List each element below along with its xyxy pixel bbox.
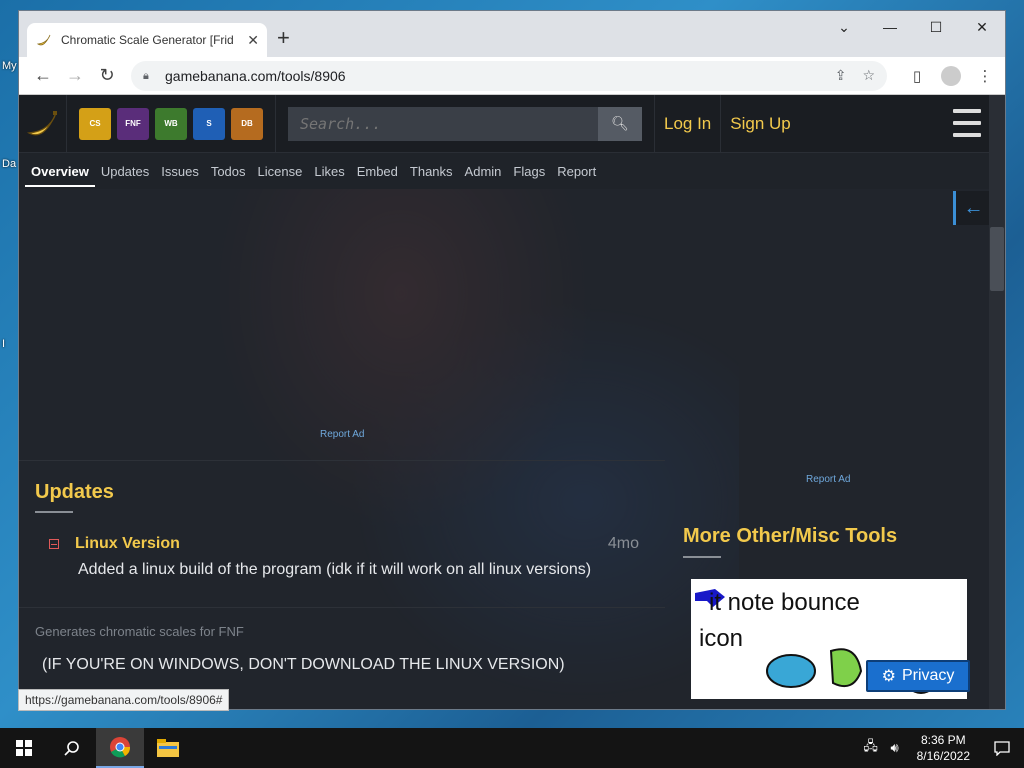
maximize-icon[interactable]: ☐: [913, 11, 959, 43]
gear-icon: ⚙: [881, 668, 896, 685]
nav-issues[interactable]: Issues: [155, 164, 205, 179]
search-input[interactable]: [288, 106, 598, 141]
collapse-sidebar-arrow-icon[interactable]: ←: [953, 191, 991, 225]
hamburger-menu-icon[interactable]: [953, 109, 981, 137]
desktop-label: Da: [2, 158, 17, 170]
windows-taskbar: 🖧︎ 🔊︎ 8:36 PM 8/16/2022: [0, 728, 1024, 768]
login-link[interactable]: Log In: [654, 95, 720, 153]
nav-embed[interactable]: Embed: [351, 164, 404, 179]
url-text: gamebanana.com/tools/8906: [165, 67, 346, 84]
side-panel-icon[interactable]: ▯: [905, 64, 929, 88]
nav-thanks[interactable]: Thanks: [404, 164, 459, 179]
gamebanana-logo-icon[interactable]: [19, 95, 67, 153]
tab-strip: Chromatic Scale Generator [Frid ✕ + ⌄ — …: [19, 11, 1005, 57]
clock-date: 8/16/2022: [916, 749, 970, 763]
signup-link[interactable]: Sign Up: [720, 95, 799, 153]
counter-strike-icon[interactable]: CS: [79, 107, 111, 140]
reload-icon[interactable]: ↻: [91, 60, 123, 92]
browser-tab[interactable]: Chromatic Scale Generator [Frid ✕: [27, 23, 267, 57]
site-header: CS FNF WB S DB 🔍︎ Log In Sign Up: [19, 95, 991, 153]
update-age: 4mo: [607, 535, 639, 552]
web-page: CS FNF WB S DB 🔍︎ Log In Sign Up Overvie…: [19, 95, 991, 709]
lock-icon[interactable]: 🔒︎: [143, 70, 155, 82]
windows-start-icon[interactable]: [0, 728, 48, 768]
desktop-label: I: [2, 338, 6, 350]
share-icon[interactable]: ⇪: [835, 67, 847, 84]
worldbox-icon[interactable]: WB: [155, 107, 187, 140]
address-bar[interactable]: 🔒︎ gamebanana.com/tools/8906 ⇪ ☆: [131, 60, 887, 91]
status-bar-url: https://gamebanana.com/tools/8906#: [18, 689, 230, 711]
file-explorer-icon[interactable]: [144, 728, 192, 768]
network-icon[interactable]: 🖧︎: [859, 737, 883, 759]
browser-window: Chromatic Scale Generator [Frid ✕ + ⌄ — …: [18, 10, 1006, 710]
update-title[interactable]: Linux Version: [75, 535, 180, 553]
chrome-taskbar-icon[interactable]: [96, 728, 144, 768]
nav-updates[interactable]: Updates: [95, 164, 155, 179]
updates-heading: Updates: [35, 481, 114, 503]
new-tab-icon[interactable]: +: [277, 27, 290, 49]
minimize-icon[interactable]: —: [867, 11, 913, 43]
search-icon[interactable]: [48, 728, 96, 768]
desktop-label: My: [2, 60, 17, 72]
update-description: Added a linux build of the program (idk …: [78, 561, 592, 578]
heading-underline: [35, 511, 73, 513]
tab-title: Chromatic Scale Generator [Frid: [61, 33, 234, 47]
ad-slot: Report Ad: [19, 189, 665, 461]
tab-search-icon[interactable]: ⌄: [821, 11, 867, 43]
profile-avatar[interactable]: [939, 64, 963, 88]
description-body: (IF YOU'RE ON WINDOWS, DON'T DOWNLOAD TH…: [42, 656, 565, 673]
card-text-line: icon: [699, 625, 744, 652]
nav-admin[interactable]: Admin: [459, 164, 508, 179]
game-shortcuts: CS FNF WB S DB: [67, 95, 276, 153]
report-ad-link[interactable]: Report Ad: [806, 474, 850, 485]
bookmark-star-icon[interactable]: ☆: [862, 67, 875, 84]
volume-icon[interactable]: 🔊︎: [883, 740, 907, 756]
more-tools-heading: More Other/Misc Tools: [683, 525, 898, 547]
friday-night-funkin-icon[interactable]: FNF: [117, 107, 149, 140]
sonic-icon[interactable]: S: [193, 107, 225, 140]
nav-license[interactable]: License: [252, 164, 309, 179]
submission-nav: Overview Updates Issues Todos License Li…: [19, 153, 991, 189]
system-tray: 🖧︎ 🔊︎ 8:36 PM 8/16/2022: [859, 728, 1024, 768]
notification-icon[interactable]: [980, 740, 1024, 756]
collapse-icon[interactable]: [49, 539, 59, 549]
privacy-label: Privacy: [901, 667, 955, 684]
tab-close-icon[interactable]: ✕: [247, 32, 259, 49]
description-summary: Generates chromatic scales for FNF: [35, 624, 244, 639]
nav-report[interactable]: Report: [551, 164, 602, 179]
nav-todos[interactable]: Todos: [205, 164, 252, 179]
back-icon[interactable]: ←: [27, 60, 59, 92]
site-search: 🔍︎: [288, 106, 642, 141]
report-ad-link[interactable]: Report Ad: [320, 429, 364, 440]
clock[interactable]: 8:36 PM 8/16/2022: [907, 732, 980, 764]
nav-likes[interactable]: Likes: [308, 164, 350, 179]
window-controls: ⌄ — ☐ ✕: [821, 11, 1005, 43]
nav-overview[interactable]: Overview: [25, 164, 95, 187]
menu-kebab-icon[interactable]: ⋮: [973, 64, 997, 88]
browser-toolbar: ← → ↻ 🔒︎ gamebanana.com/tools/8906 ⇪ ☆ ▯…: [19, 57, 1005, 95]
dragonball-icon[interactable]: DB: [231, 107, 263, 140]
main-content: Report Ad Report Ad ← Updates Linux Vers…: [19, 189, 991, 709]
page-scrollbar[interactable]: [989, 95, 1005, 709]
scrollbar-thumb[interactable]: [990, 227, 1004, 291]
banana-favicon-icon: [35, 31, 53, 49]
clock-time: 8:36 PM: [920, 733, 966, 747]
auth-links: Log In Sign Up: [654, 95, 800, 153]
close-window-icon[interactable]: ✕: [959, 11, 1005, 43]
card-text-line: it note bounce: [709, 589, 860, 616]
heading-underline: [683, 556, 721, 558]
forward-icon[interactable]: →: [59, 60, 91, 92]
nav-flags[interactable]: Flags: [507, 164, 551, 179]
search-icon[interactable]: 🔍︎: [598, 106, 642, 141]
privacy-button[interactable]: ⚙ Privacy: [866, 660, 970, 692]
